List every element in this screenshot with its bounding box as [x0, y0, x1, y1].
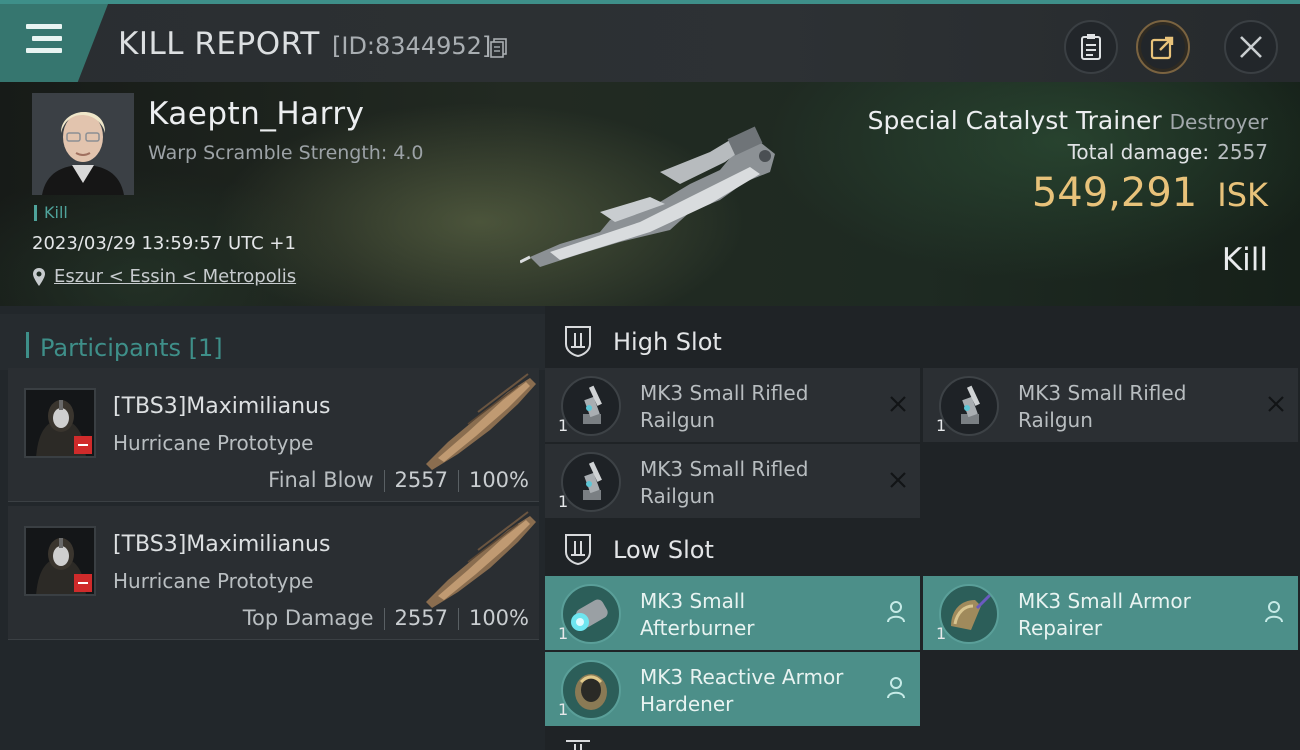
participant-damage: 2557 — [394, 468, 448, 492]
participant-name[interactable]: [TBS3]Maximilianus — [113, 394, 330, 419]
participants-header: Participants [1] — [0, 314, 545, 370]
page-title: KILL REPORT — [118, 26, 320, 62]
pilot-dropped-icon — [1265, 601, 1283, 623]
kill-tag: Kill — [34, 205, 68, 221]
mid-slot-icon — [566, 740, 590, 750]
afterburner-icon — [561, 584, 621, 644]
victim-avatar[interactable] — [32, 93, 134, 195]
participant-stats: Final Blow 2557 100% — [268, 468, 529, 492]
destroyed-x-icon — [890, 472, 906, 488]
clipboard-icon — [1081, 34, 1101, 60]
railgun-icon — [939, 376, 999, 436]
close-button[interactable] — [1224, 20, 1278, 74]
module-name: MK3 Small Rifled Railgun — [640, 457, 809, 508]
participants-title-text: Participants — [40, 334, 181, 362]
total-damage-value: 2557 — [1217, 140, 1268, 164]
module-slot[interactable]: 1 MK3 Small Rifled Railgun — [545, 444, 920, 518]
module-slot[interactable]: 1 MK3 Small Afterburner — [545, 576, 920, 650]
participant-stats: Top Damage 2557 100% — [243, 606, 529, 630]
low-slot-header: Low Slot — [545, 518, 1300, 576]
participant-ship: Hurricane Prototype — [113, 569, 314, 593]
participant-name[interactable]: [TBS3]Maximilianus — [113, 532, 330, 557]
module-quantity: 1 — [558, 416, 569, 435]
high-slot-title: High Slot — [613, 328, 722, 356]
pilot-dropped-icon — [887, 677, 905, 699]
participant-ship-image — [426, 511, 536, 608]
railgun-icon — [561, 452, 621, 512]
hostile-badge-icon — [74, 574, 92, 592]
module-quantity: 1 — [936, 416, 947, 435]
participant-damage: 2557 — [394, 606, 448, 630]
low-slot-title: Low Slot — [613, 536, 714, 564]
module-name: MK3 Reactive Armor Hardener — [640, 665, 844, 716]
victim-panel: Kaeptn_Harry Warp Scramble Strength: 4.0… — [0, 82, 1300, 306]
top-bar: KILL REPORT [ID:8344952] — [0, 0, 1300, 82]
participant-ship-image — [426, 373, 536, 470]
report-id: [ID:8344952] — [332, 32, 492, 60]
participant-role: Final Blow — [268, 468, 374, 492]
participants-panel: Participants [1] [TBS3]Maximilianus Hurr… — [0, 306, 545, 750]
participants-title: Participants [1] — [40, 334, 223, 362]
module-slot[interactable]: 1 MK3 Small Rifled Railgun — [923, 368, 1298, 442]
warp-scramble-strength: Warp Scramble Strength: 4.0 — [148, 142, 424, 164]
module-quantity: 1 — [558, 492, 569, 511]
module-name: MK3 Small Rifled Railgun — [1018, 381, 1187, 432]
high-slot-header: High Slot — [545, 310, 1300, 368]
hostile-badge-icon — [74, 436, 92, 454]
participant-role: Top Damage — [242, 606, 374, 630]
isk-unit: ISK — [1217, 176, 1268, 214]
armor-hardener-icon — [561, 660, 621, 720]
module-name: MK3 Small Armor Repairer — [1018, 589, 1191, 640]
ship-class: Destroyer — [1169, 110, 1268, 134]
kill-timestamp: 2023/03/29 13:59:57 UTC +1 — [32, 233, 296, 254]
module-slot[interactable]: 1 MK3 Small Armor Repairer — [923, 576, 1298, 650]
share-icon — [1150, 36, 1174, 60]
participant-percent: 100% — [468, 468, 529, 492]
module-quantity: 1 — [558, 624, 569, 643]
participant-percent: 100% — [468, 606, 529, 630]
total-damage-label: Total damage: — [1067, 140, 1210, 164]
participant-avatar[interactable] — [24, 388, 96, 458]
close-icon — [1240, 36, 1262, 58]
participant-ship: Hurricane Prototype — [113, 431, 314, 455]
participant-row[interactable]: [TBS3]Maximilianus Hurricane Prototype F… — [8, 368, 539, 502]
module-slot[interactable]: 1 MK3 Reactive Armor Hardener — [545, 652, 920, 726]
total-damage: Total damage: 2557 — [1068, 140, 1268, 164]
high-slot-icon — [565, 326, 591, 358]
clipboard-button[interactable] — [1064, 20, 1118, 74]
isk-value: 549,291 ISK — [1032, 170, 1268, 216]
pilot-dropped-icon — [887, 601, 905, 623]
victim-ship-image — [520, 126, 775, 267]
victim-ship-name[interactable]: Special Catalyst Trainer Destroyer — [868, 106, 1268, 135]
destroyed-x-icon — [1268, 396, 1284, 412]
isk-amount: 549,291 — [1031, 170, 1198, 216]
menu-button[interactable] — [0, 4, 108, 82]
share-button[interactable] — [1136, 20, 1190, 74]
copy-icon[interactable] — [490, 38, 508, 58]
destroyed-x-icon — [890, 396, 906, 412]
participants-title-accent — [26, 332, 29, 358]
railgun-icon — [561, 376, 621, 436]
location-link[interactable]: Eszur < Essin < Metropolis — [54, 266, 296, 287]
participant-row[interactable]: [TBS3]Maximilianus Hurricane Prototype T… — [8, 506, 539, 640]
participants-count: [1] — [188, 334, 223, 362]
hamburger-menu-icon[interactable] — [26, 24, 62, 54]
fitting-panel: High Slot 1 MK3 Small Rifled Railgun 1 M… — [545, 306, 1300, 750]
armor-repairer-icon — [939, 584, 999, 644]
location-pin-icon — [33, 268, 45, 286]
kill-result: Kill — [1221, 242, 1268, 278]
module-name: MK3 Small Rifled Railgun — [640, 381, 809, 432]
module-quantity: 1 — [936, 624, 947, 643]
ship-name-text: Special Catalyst Trainer — [867, 106, 1162, 135]
module-slot[interactable]: 1 MK3 Small Rifled Railgun — [545, 368, 920, 442]
module-quantity: 1 — [558, 700, 569, 719]
participant-avatar[interactable] — [24, 526, 96, 596]
low-slot-icon — [565, 534, 591, 566]
module-name: MK3 Small Afterburner — [640, 589, 755, 640]
victim-pilot-name[interactable]: Kaeptn_Harry — [148, 96, 364, 132]
